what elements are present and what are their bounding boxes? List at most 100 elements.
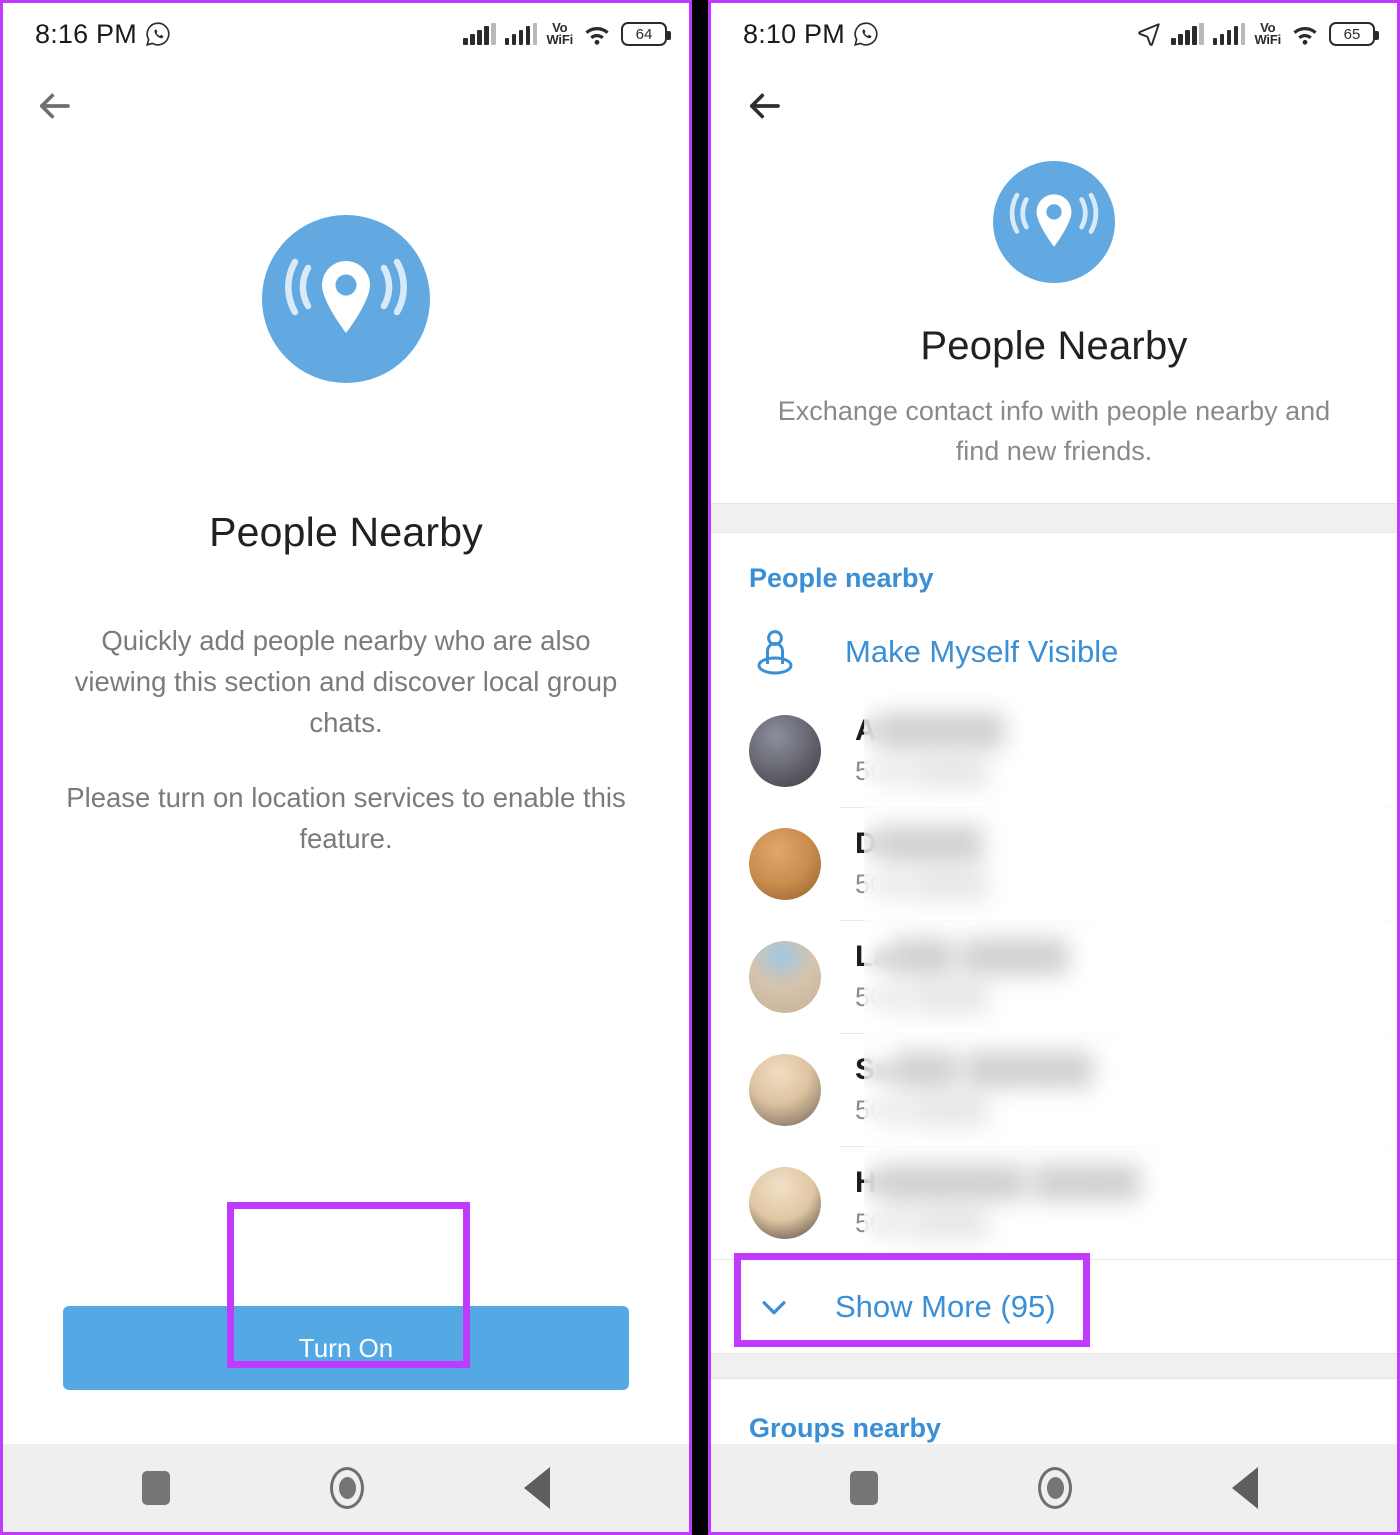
avatar	[749, 714, 821, 787]
left-logo-wrap	[262, 215, 430, 383]
make-myself-visible-row[interactable]: Make Myself Visible	[711, 610, 1397, 694]
people-nearby-section-header: People nearby	[749, 563, 934, 593]
avatar	[749, 1053, 821, 1126]
person-name-redacted: ███ █████	[890, 939, 1069, 973]
status-time: 8:10 PM	[743, 18, 845, 49]
person-name-redacted: ███ ██████	[893, 1052, 1093, 1086]
person-name-visible: H	[855, 1165, 877, 1199]
person-name-redacted: ██████	[876, 713, 1005, 747]
turn-on-area: Turn On	[3, 1306, 689, 1390]
person-name-visible: A	[855, 713, 877, 747]
list-item[interactable]: Su███ ██████ 50█ ████	[711, 1033, 1397, 1146]
right-logo-wrap	[993, 161, 1115, 288]
left-content: People Nearby Quickly add people nearby …	[3, 147, 689, 1450]
person-name: D█████	[855, 826, 988, 862]
list-item[interactable]: D█████ 50█ ████	[711, 807, 1397, 920]
person-distance: 50█ ████	[855, 866, 988, 902]
person-distance-redacted: █ ████	[885, 755, 989, 786]
person-visibility-icon	[757, 630, 793, 675]
whatsapp-icon	[145, 22, 170, 46]
right-nav-bar	[711, 1444, 1397, 1532]
right-back-bar	[711, 65, 1397, 147]
turn-on-button[interactable]: Turn On	[63, 1306, 629, 1390]
vowifi-bottom: WiFi	[546, 32, 573, 47]
signal-bars-icon-1	[463, 23, 496, 45]
location-arrow-icon	[1138, 23, 1161, 46]
show-more-button[interactable]: Show More (95)	[711, 1259, 1397, 1353]
square-recents-icon[interactable]	[142, 1471, 170, 1505]
battery-level: 64	[635, 25, 653, 43]
signal-bars-icon-2	[1212, 23, 1246, 45]
person-name: La███ █████	[855, 939, 1068, 975]
list-item[interactable]: La███ █████ 50█ ████	[711, 920, 1397, 1033]
left-phone-panel: 8:16 PM Vo WiFi 64 People Nearby Quickly…	[0, 0, 692, 1535]
person-distance-visible: 50	[855, 1207, 886, 1238]
chevron-down-icon	[762, 1300, 786, 1314]
vowifi-icon: Vo WiFi	[546, 21, 573, 47]
person-name-redacted: █████	[876, 826, 983, 860]
person-text: D█████ 50█ ████	[855, 826, 988, 902]
person-distance: 50█ ████	[855, 753, 1004, 789]
left-back-bar	[3, 65, 689, 147]
person-distance-visible: 50	[855, 981, 886, 1012]
section-separator-band	[711, 503, 1397, 533]
people-nearby-logo	[262, 215, 430, 383]
person-distance-redacted: █ ████	[885, 1207, 989, 1238]
right-phone-panel: 8:10 PM Vo WiFi 65 People Nearby Exchang…	[708, 0, 1400, 1535]
person-text: La███ █████ 50█ ████	[855, 939, 1068, 1015]
groups-nearby-section-header: Groups nearby	[749, 1413, 942, 1443]
person-distance: 50█ ████	[855, 1205, 1140, 1241]
person-distance-redacted: █ ████	[885, 1094, 989, 1125]
left-description: Quickly add people nearby who are also v…	[56, 620, 636, 859]
vowifi-icon: Vo WiFi	[1254, 21, 1281, 47]
list-item[interactable]: H███████ █████ 50█ ████	[711, 1146, 1397, 1259]
signal-bars-icon-1	[1171, 23, 1204, 45]
screenshot-stage: 8:16 PM Vo WiFi 64 People Nearby Quickly…	[0, 0, 1400, 1535]
right-page-title: People Nearby	[920, 324, 1188, 368]
person-distance-visible: 50	[855, 868, 886, 899]
person-distance-visible: 50	[855, 755, 886, 786]
avatar	[749, 940, 821, 1013]
people-nearby-list: A██████ 50█ ████ D█████ 50█ ████ La███ █…	[711, 694, 1397, 1259]
left-nav-bar	[3, 1444, 689, 1532]
person-text: A██████ 50█ ████	[855, 713, 1004, 789]
right-content: People Nearby Exchange contact info with…	[711, 65, 1397, 1450]
battery-icon: 65	[1329, 22, 1379, 46]
battery-icon: 64	[621, 22, 671, 46]
triangle-back-icon[interactable]	[1232, 1467, 1258, 1509]
wifi-icon	[585, 26, 609, 45]
person-name: Su███ ██████	[855, 1052, 1093, 1088]
avatar	[749, 827, 821, 900]
triangle-back-icon[interactable]	[524, 1467, 550, 1509]
person-distance-visible: 50	[855, 1094, 886, 1125]
signal-bars-icon-2	[504, 23, 538, 45]
list-item[interactable]: A██████ 50█ ████	[711, 694, 1397, 807]
person-name-visible: D	[855, 826, 877, 860]
vowifi-bottom: WiFi	[1254, 32, 1281, 47]
left-page-title: People Nearby	[209, 509, 483, 555]
person-distance-redacted: █ ████	[885, 868, 989, 899]
right-hero: People Nearby Exchange contact info with…	[711, 147, 1397, 471]
person-text: Su███ ██████ 50█ ████	[855, 1052, 1093, 1128]
back-arrow-icon[interactable]	[743, 85, 785, 127]
groups-separator-band	[711, 1353, 1397, 1379]
make-myself-visible-label: Make Myself Visible	[845, 634, 1119, 669]
person-distance: 50█ ████	[855, 1092, 1093, 1128]
right-description: Exchange contact info with people nearby…	[777, 396, 1331, 466]
square-recents-icon[interactable]	[850, 1471, 878, 1505]
whatsapp-icon	[853, 22, 878, 46]
person-name-redacted: ███████ █████	[876, 1165, 1141, 1199]
left-description-line-1: Quickly add people nearby who are also v…	[74, 625, 618, 738]
avatar	[749, 1166, 821, 1239]
status-time: 8:16 PM	[35, 18, 137, 49]
left-status-bar: 8:16 PM Vo WiFi 64	[3, 3, 689, 65]
person-distance: 50█ ████	[855, 979, 1068, 1015]
person-name-visible: Su	[855, 1052, 894, 1086]
circle-home-icon[interactable]	[1038, 1467, 1072, 1509]
back-arrow-icon[interactable]	[33, 85, 75, 127]
wifi-icon	[1293, 26, 1317, 45]
left-status-icons: Vo WiFi 64	[463, 21, 671, 47]
person-name: A██████	[855, 713, 1004, 749]
circle-home-icon[interactable]	[330, 1467, 364, 1509]
person-distance-redacted: █ ████	[885, 981, 989, 1012]
